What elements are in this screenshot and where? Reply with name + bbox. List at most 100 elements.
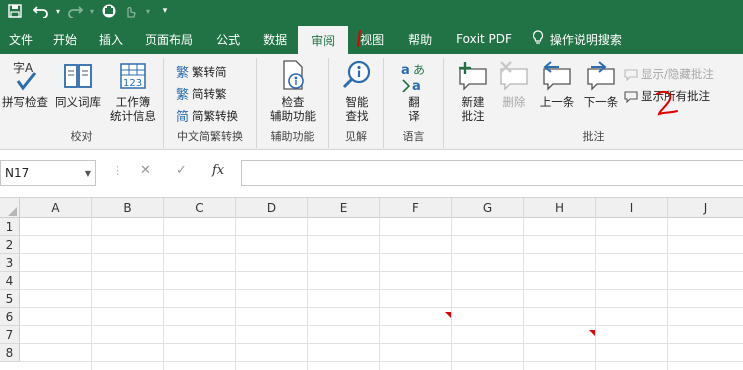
row-header-5[interactable]: 5 bbox=[0, 290, 20, 308]
cancel-icon[interactable]: ✕ bbox=[140, 163, 151, 178]
workbook-stats-label-1: 工作簿 bbox=[115, 95, 151, 109]
svg-text:a: a bbox=[412, 79, 421, 92]
row-header-8[interactable]: 8 bbox=[0, 344, 20, 362]
check-accessibility-label-1: 检查 bbox=[281, 95, 305, 109]
gridline bbox=[20, 325, 743, 326]
name-box[interactable]: N17 ▼ bbox=[0, 160, 96, 186]
name-box-dropdown-icon[interactable]: ▼ bbox=[85, 169, 91, 178]
row-header-3[interactable]: 3 bbox=[0, 254, 20, 272]
delete-comment-button[interactable]: 删除 bbox=[496, 58, 532, 109]
chinese-conversion-button[interactable]: 简 简繁转换 bbox=[176, 106, 238, 126]
tab-data[interactable]: 数据 bbox=[252, 24, 298, 54]
tab-help[interactable]: 帮助 bbox=[396, 24, 444, 54]
column-header-f[interactable]: F bbox=[380, 198, 452, 218]
smart-lookup-icon bbox=[341, 58, 373, 94]
spelling-button[interactable]: 字A 拼写检查 bbox=[0, 58, 50, 109]
excel-window: ▾ ▾ ▾ ▾ 文件 开始 插入 页面布局 公式 数据 审阅 视图 帮助 Fox… bbox=[0, 0, 743, 370]
row-header-1[interactable]: 1 bbox=[0, 218, 20, 236]
gridline bbox=[20, 235, 743, 236]
gridline bbox=[451, 218, 452, 370]
row-header-6[interactable]: 6 bbox=[0, 308, 20, 326]
check-accessibility-button[interactable]: 检查 辅助功能 bbox=[265, 58, 321, 123]
tab-file[interactable]: 文件 bbox=[0, 24, 42, 54]
column-header-h[interactable]: H bbox=[524, 198, 596, 218]
simplified-to-traditional-button[interactable]: 繁 简转繁 bbox=[176, 84, 227, 104]
quick-access-toolbar: ▾ ▾ ▾ ▾ bbox=[0, 0, 743, 22]
previous-comment-button[interactable]: 上一条 bbox=[536, 58, 578, 109]
show-all-comments-icon bbox=[624, 90, 638, 103]
gridline bbox=[20, 289, 743, 290]
group-chinese-conversion: 繁 繁转简 繁 简转繁 简 简繁转换 中文简繁转换 bbox=[164, 58, 257, 148]
gridline bbox=[667, 218, 668, 370]
tab-insert[interactable]: 插入 bbox=[88, 24, 134, 54]
tell-me-search[interactable]: 操作说明搜索 bbox=[524, 24, 630, 54]
comment-indicator-f6[interactable] bbox=[445, 312, 451, 318]
column-header-e[interactable]: E bbox=[308, 198, 380, 218]
formula-bar: N17 ▼ ⋮ ✕ ✓ fx bbox=[0, 150, 743, 198]
group-label-proofing: 校对 bbox=[70, 130, 93, 143]
column-headers: A B C D E F G H I J bbox=[0, 198, 743, 218]
row-header-7[interactable]: 7 bbox=[0, 326, 20, 344]
group-comments: 新建 批注 删除 上一条 下一条 显示/隐藏批注 显示所有批注 批注 bbox=[444, 58, 743, 148]
worksheet-grid: A B C D E F G H I J 1 2 3 4 5 6 7 8 bbox=[0, 198, 743, 370]
smart-lookup-button[interactable]: 智能 查找 bbox=[335, 58, 379, 123]
tell-me-label: 操作说明搜索 bbox=[549, 32, 622, 47]
show-hide-comment-icon bbox=[624, 68, 638, 81]
cell-area[interactable] bbox=[20, 218, 743, 370]
column-header-j[interactable]: J bbox=[668, 198, 743, 218]
save-icon[interactable] bbox=[0, 0, 30, 22]
traditional-to-simplified-button[interactable]: 繁 繁转简 bbox=[176, 62, 227, 82]
new-comment-label-1: 新建 bbox=[461, 95, 485, 109]
tab-formulas[interactable]: 公式 bbox=[204, 24, 252, 54]
thesaurus-label: 同义词库 bbox=[55, 95, 101, 109]
svg-text:字A: 字A bbox=[13, 60, 34, 75]
group-label-insights: 见解 bbox=[345, 130, 367, 143]
name-box-value: N17 bbox=[5, 166, 30, 180]
customize-qat-icon[interactable]: ▾ bbox=[154, 0, 176, 22]
column-header-g[interactable]: G bbox=[452, 198, 524, 218]
delete-comment-label: 删除 bbox=[502, 95, 526, 109]
group-accessibility: 检查 辅助功能 辅助功能 bbox=[257, 58, 329, 148]
tab-page-layout[interactable]: 页面布局 bbox=[134, 24, 204, 54]
next-comment-button[interactable]: 下一条 bbox=[580, 58, 622, 109]
comment-indicator-h7[interactable] bbox=[589, 330, 595, 336]
column-header-d[interactable]: D bbox=[236, 198, 308, 218]
column-header-i[interactable]: I bbox=[596, 198, 668, 218]
undo-icon[interactable] bbox=[30, 0, 52, 22]
show-hide-comment-button[interactable]: 显示/隐藏批注 bbox=[624, 66, 714, 82]
select-all-corner[interactable] bbox=[0, 198, 20, 218]
translate-button[interactable]: aあa 翻 译 bbox=[394, 58, 434, 123]
redo-dropdown-icon[interactable]: ▾ bbox=[86, 0, 98, 22]
touch-mode-icon[interactable] bbox=[98, 0, 120, 22]
redo-icon[interactable] bbox=[64, 0, 86, 22]
tab-foxit-pdf[interactable]: Foxit PDF bbox=[444, 24, 524, 54]
column-header-a[interactable]: A bbox=[20, 198, 92, 218]
previous-comment-label: 上一条 bbox=[539, 95, 575, 109]
row-header-4[interactable]: 4 bbox=[0, 272, 20, 290]
insert-function-icon[interactable]: fx bbox=[212, 163, 224, 178]
new-comment-button[interactable]: 新建 批注 bbox=[452, 58, 494, 123]
workbook-statistics-button[interactable]: 123 工作簿 统计信息 bbox=[106, 58, 160, 123]
touch-pointer-icon[interactable] bbox=[120, 0, 142, 22]
gridline bbox=[523, 218, 524, 370]
column-header-b[interactable]: B bbox=[92, 198, 164, 218]
formula-bar-grip-icon: ⋮ bbox=[112, 164, 123, 177]
formula-input[interactable] bbox=[241, 160, 743, 186]
conversion-char-icon: 简 bbox=[176, 110, 190, 125]
gridline bbox=[235, 218, 236, 370]
ribbon-review: 字A 拼写检查 同义词库 123 工作簿 统计信息 校对 繁 繁转简 繁 简转繁… bbox=[0, 54, 743, 150]
delete-comment-icon bbox=[498, 58, 530, 94]
row-header-2[interactable]: 2 bbox=[0, 236, 20, 254]
svg-text:a: a bbox=[401, 63, 410, 78]
gridline bbox=[595, 218, 596, 370]
tab-review[interactable]: 审阅 bbox=[298, 26, 349, 54]
gridline bbox=[20, 271, 743, 272]
undo-dropdown-icon[interactable]: ▾ bbox=[52, 0, 64, 22]
thesaurus-button[interactable]: 同义词库 bbox=[51, 58, 105, 109]
column-header-c[interactable]: C bbox=[164, 198, 236, 218]
tab-home[interactable]: 开始 bbox=[42, 24, 88, 54]
traditional-char-icon: 繁 bbox=[176, 66, 190, 81]
enter-icon[interactable]: ✓ bbox=[176, 163, 187, 178]
accessibility-check-icon bbox=[278, 58, 308, 94]
touch-dropdown-icon[interactable]: ▾ bbox=[142, 0, 154, 22]
